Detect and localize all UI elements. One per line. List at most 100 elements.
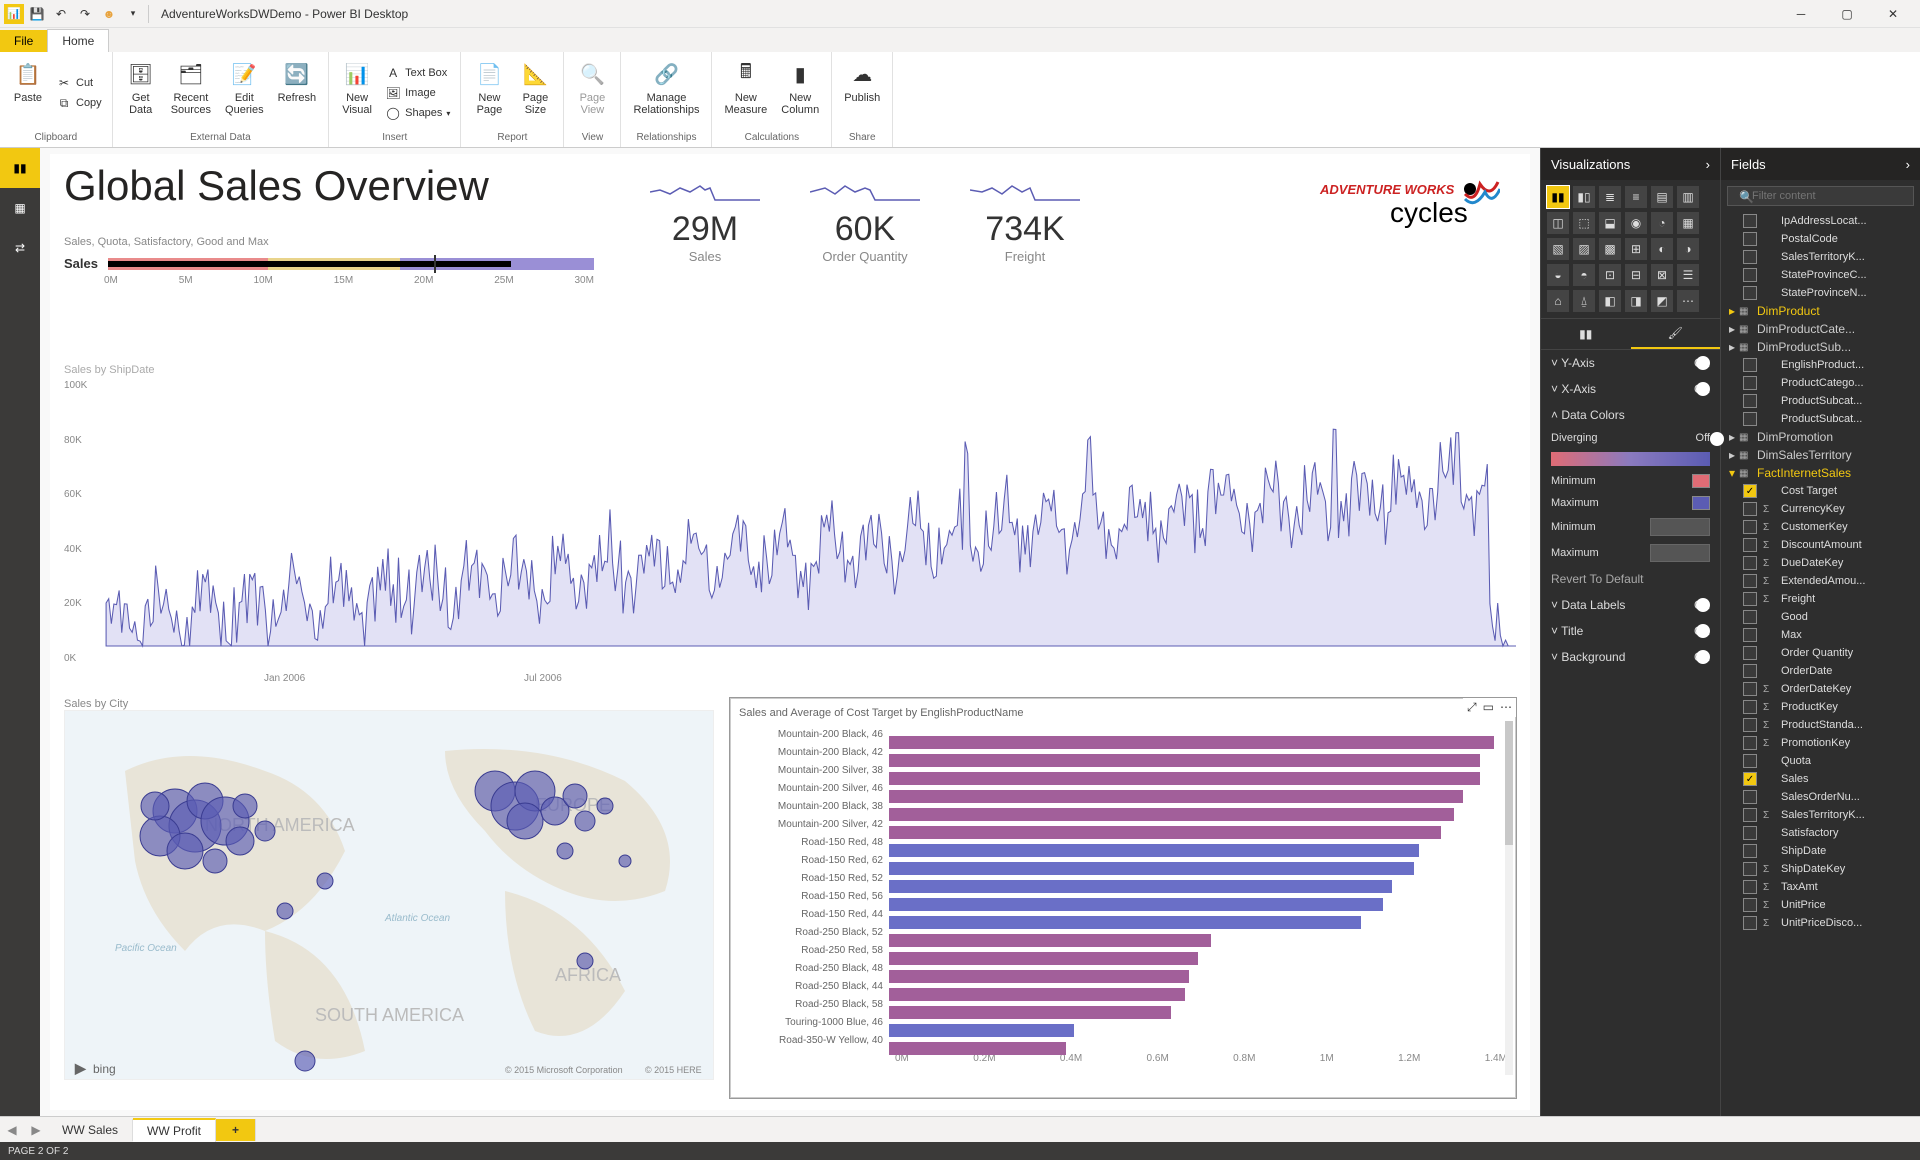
map-visual[interactable]: Sales by City NORTH AMERICA SOUTH AMERIC…	[64, 698, 714, 1098]
viz-type-icon[interactable]: ⊠	[1651, 264, 1673, 286]
field-item[interactable]: IpAddressLocat...	[1721, 212, 1920, 230]
field-item[interactable]: StateProvinceC...	[1721, 266, 1920, 284]
fmt-datalabels[interactable]: ˅ Data LabelsOn	[1541, 592, 1720, 618]
field-item[interactable]: ΣCustomerKey	[1721, 518, 1920, 536]
field-item[interactable]: ShipDate	[1721, 842, 1920, 860]
viz-type-icon[interactable]: ◉	[1625, 212, 1647, 234]
field-item[interactable]: Max	[1721, 626, 1920, 644]
pagetab-wwprofit[interactable]: WW Profit	[133, 1118, 216, 1142]
paste-button[interactable]: 📋Paste	[6, 56, 50, 130]
tab-file[interactable]: File	[0, 30, 47, 52]
fmt-diverging[interactable]: DivergingOff	[1541, 428, 1720, 448]
publish-button[interactable]: ☁Publish	[838, 56, 886, 130]
field-item[interactable]: ΣDueDateKey	[1721, 554, 1920, 572]
viz-type-icon[interactable]: ◐	[1651, 238, 1673, 260]
field-item[interactable]: SalesTerritoryK...	[1721, 248, 1920, 266]
field-item[interactable]: OrderDate	[1721, 662, 1920, 680]
field-item[interactable]: ✓Sales	[1721, 770, 1920, 788]
kpi-orders[interactable]: 60K Order Quantity	[810, 180, 920, 264]
fields-search-input[interactable]	[1727, 186, 1914, 206]
fmt-min-val[interactable]: Minimum	[1541, 514, 1720, 540]
qat-save-icon[interactable]: 💾	[26, 3, 48, 25]
report-canvas[interactable]: Global Sales Overview Sales, Quota, Sati…	[50, 154, 1530, 1110]
minimize-button[interactable]: ─	[1778, 0, 1824, 28]
area-chart-visual[interactable]: Sales by ShipDate 100K80K60K40K20K0K Jan…	[64, 364, 1516, 684]
tabs-scroll-left[interactable]: ◀	[0, 1123, 24, 1137]
field-item[interactable]: ΣSalesTerritoryK...	[1721, 806, 1920, 824]
field-item[interactable]: Quota	[1721, 752, 1920, 770]
field-item[interactable]: ΣOrderDateKey	[1721, 680, 1920, 698]
pageview-button[interactable]: 🔍Page View	[570, 56, 614, 130]
field-item[interactable]: ProductSubcat...	[1721, 392, 1920, 410]
vis-more-icon[interactable]: ⋯	[1500, 700, 1512, 715]
newcolumn-button[interactable]: ▮New Column	[775, 56, 825, 130]
viz-type-icon[interactable]: ⌂	[1547, 290, 1569, 312]
viz-type-icon[interactable]: ≣	[1599, 186, 1621, 208]
report-view-button[interactable]: ▮▮	[0, 148, 40, 188]
kpi-sales[interactable]: 29M Sales	[650, 180, 760, 264]
field-table[interactable]: ▸▦DimProductCate...	[1721, 320, 1920, 338]
cut-button[interactable]: ✂Cut	[52, 74, 106, 92]
field-item[interactable]: ProductCatego...	[1721, 374, 1920, 392]
field-table[interactable]: ▸▦DimSalesTerritory	[1721, 446, 1920, 464]
viz-type-icon[interactable]: ◑	[1677, 238, 1699, 260]
manage-rel-button[interactable]: 🔗Manage Relationships	[627, 56, 705, 130]
viz-type-icon[interactable]: ◨	[1625, 290, 1647, 312]
collapse-icon[interactable]: ›	[1706, 157, 1710, 172]
collapse-icon[interactable]: ›	[1906, 157, 1910, 172]
viz-type-icon[interactable]: ☰	[1677, 264, 1699, 286]
viz-type-icon[interactable]: ⬓	[1599, 212, 1621, 234]
qat-redo-icon[interactable]: ↷	[74, 3, 96, 25]
vis-sort-icon[interactable]: ⤢	[1467, 700, 1477, 715]
tabs-scroll-right[interactable]: ▶	[24, 1123, 48, 1137]
viz-type-icon[interactable]: ⊞	[1625, 238, 1647, 260]
pagetab-wwsales[interactable]: WW Sales	[48, 1119, 133, 1141]
data-view-button[interactable]: ▦	[0, 188, 40, 228]
newmeasure-button[interactable]: 🖩New Measure	[718, 56, 773, 130]
viz-type-icon[interactable]: ▤	[1651, 186, 1673, 208]
fmt-max-color[interactable]: Maximum	[1541, 492, 1720, 514]
fmt-title[interactable]: ˅ TitleOn	[1541, 618, 1720, 644]
maximize-button[interactable]: ▢	[1824, 0, 1870, 28]
color-gradient[interactable]	[1551, 452, 1710, 466]
field-table[interactable]: ▸▦DimProduct	[1721, 302, 1920, 320]
field-item[interactable]: Good	[1721, 608, 1920, 626]
newvisual-button[interactable]: 📊New Visual	[335, 56, 379, 130]
field-item[interactable]: ΣUnitPriceDisco...	[1721, 914, 1920, 932]
model-view-button[interactable]: ⇄	[0, 228, 40, 268]
field-item[interactable]: ΣUnitPrice	[1721, 896, 1920, 914]
qat-refresh-icon[interactable]: ☻	[98, 3, 120, 25]
field-item[interactable]: ΣShipDateKey	[1721, 860, 1920, 878]
field-item[interactable]: SalesOrderNu...	[1721, 788, 1920, 806]
field-item[interactable]: ✓Cost Target	[1721, 482, 1920, 500]
field-item[interactable]: ΣDiscountAmount	[1721, 536, 1920, 554]
fmt-max-val[interactable]: Maximum	[1541, 540, 1720, 566]
refresh-button[interactable]: 🔄Refresh	[272, 56, 323, 130]
fmt-yaxis[interactable]: ˅ Y-AxisOn	[1541, 350, 1720, 376]
viz-type-icon[interactable]: ⋯	[1677, 290, 1699, 312]
viz-type-icon[interactable]: ▩	[1599, 238, 1621, 260]
field-item[interactable]: Satisfactory	[1721, 824, 1920, 842]
viz-type-icon[interactable]: ⍙	[1573, 290, 1595, 312]
fields-tab[interactable]: ▮▮	[1541, 319, 1631, 349]
viz-type-icon[interactable]: ▧	[1547, 238, 1569, 260]
field-item[interactable]: ΣProductStanda...	[1721, 716, 1920, 734]
bar-row[interactable]: Road-350-W Yellow, 40	[739, 1031, 1507, 1049]
format-tab[interactable]: 🖌	[1631, 319, 1721, 349]
bar-row[interactable]: Mountain-200 Black, 46	[739, 725, 1507, 743]
pagetab-add[interactable]: +	[216, 1119, 256, 1141]
newpage-button[interactable]: 📄New Page	[467, 56, 511, 130]
field-item[interactable]: ProductSubcat...	[1721, 410, 1920, 428]
qat-dropdown-icon[interactable]: ▾	[122, 3, 144, 25]
field-item[interactable]: ΣPromotionKey	[1721, 734, 1920, 752]
viz-type-icon[interactable]: ◩	[1651, 290, 1673, 312]
viz-type-icon[interactable]: ◫	[1547, 212, 1569, 234]
vis-focus-icon[interactable]: ▭	[1483, 700, 1494, 715]
field-item[interactable]: Order Quantity	[1721, 644, 1920, 662]
fmt-datacolors[interactable]: ˄ Data Colors	[1541, 402, 1720, 428]
recent-button[interactable]: 🗂Recent Sources	[165, 56, 217, 130]
viz-type-icon[interactable]: ▥	[1677, 186, 1699, 208]
viz-type-icon[interactable]: ▮▯	[1573, 186, 1595, 208]
field-item[interactable]: ΣProductKey	[1721, 698, 1920, 716]
field-item[interactable]: ΣCurrencyKey	[1721, 500, 1920, 518]
